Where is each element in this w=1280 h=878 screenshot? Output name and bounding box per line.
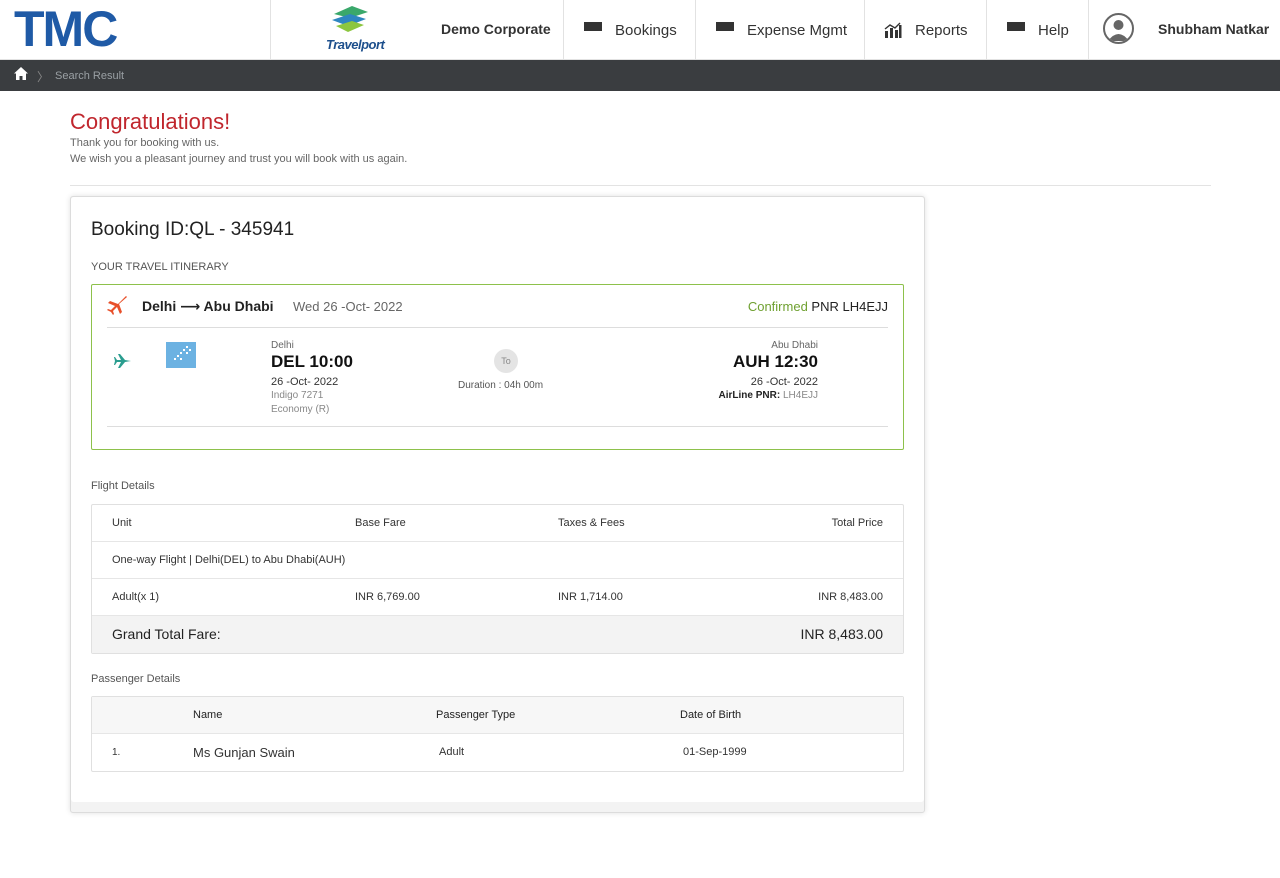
- table-header-row: Unit Base Fare Taxes & Fees Total Price: [92, 505, 903, 542]
- itinerary-box: Delhi ⟶ Abu Dhabi Wed 26 -Oct- 2022 Conf…: [91, 284, 904, 450]
- grand-total-label: Grand Total Fare:: [112, 626, 221, 642]
- nav-help[interactable]: Help: [1007, 0, 1069, 60]
- thank-you-text: Thank you for booking with us.: [70, 137, 220, 149]
- menu-icon: [1007, 22, 1025, 38]
- nav-bookings[interactable]: Bookings: [584, 0, 677, 60]
- to-badge: To: [494, 349, 518, 373]
- plane-icon: [114, 353, 132, 374]
- breadcrumb-separator-icon: 〉: [37, 70, 50, 84]
- divider: [107, 327, 888, 328]
- total-price-value: INR 8,483.00: [818, 591, 883, 603]
- col-date-of-birth: Date of Birth: [680, 709, 742, 721]
- nav-expense-mgmt[interactable]: Expense Mgmt: [716, 0, 847, 60]
- user-avatar-icon[interactable]: [1103, 13, 1134, 44]
- taxes-value: INR 1,714.00: [558, 591, 623, 603]
- flight-details-table: Unit Base Fare Taxes & Fees Total Price …: [91, 504, 904, 654]
- itinerary-label: YOUR TRAVEL ITINERARY: [91, 261, 229, 273]
- departure-time: DEL 10:00: [271, 352, 353, 371]
- flight-duration: Duration : 04h 00m: [458, 380, 544, 391]
- user-name[interactable]: Shubham Natkar: [1158, 21, 1269, 37]
- col-unit: Unit: [112, 517, 132, 529]
- page-title: Congratulations!: [70, 109, 231, 134]
- travelport-logo: Travelport: [322, 4, 385, 56]
- corporate-name: Demo Corporate: [441, 21, 551, 37]
- table-row: One-way Flight | Delhi(DEL) to Abu Dhabi…: [92, 542, 903, 579]
- flight-details-label: Flight Details: [91, 480, 155, 492]
- col-name: Name: [193, 709, 223, 721]
- passenger-name: Ms Gunjan Swain: [193, 745, 295, 760]
- nav-reports[interactable]: Reports: [884, 0, 968, 60]
- header-divider: [695, 0, 696, 60]
- home-icon[interactable]: [14, 67, 28, 85]
- grand-total-value: INR 8,483.00: [800, 626, 884, 642]
- nav-reports-label: Reports: [915, 21, 968, 39]
- booking-status: Confirmed PNR LH4EJJ: [748, 299, 888, 314]
- passenger-dob: 01-Sep-1999: [683, 746, 747, 758]
- booking-id: Booking ID:QL - 345941: [91, 219, 295, 240]
- passenger-index: 1.: [112, 747, 121, 758]
- breadcrumb: 〉 Search Result: [0, 60, 1280, 91]
- flight-icon: [106, 294, 128, 321]
- airline-pnr-label: AirLine PNR:: [718, 390, 781, 401]
- booking-card: Booking ID:QL - 345941 YOUR TRAVEL ITINE…: [70, 196, 925, 813]
- passenger-details-table: Name Passenger Type Date of Birth 1. Ms …: [91, 696, 904, 772]
- departure-city: Delhi: [271, 340, 294, 351]
- booking-card-body: Booking ID:QL - 345941 YOUR TRAVEL ITINE…: [71, 197, 924, 802]
- airline-pnr-value: LH4EJJ: [782, 390, 818, 401]
- nav-expense-mgmt-label: Expense Mgmt: [747, 21, 848, 39]
- table-row: Adult(x 1) INR 6,769.00 INR 1,714.00 INR…: [92, 579, 903, 616]
- table-header-row: Name Passenger Type Date of Birth: [92, 697, 903, 734]
- nav-help-label: Help: [1038, 21, 1069, 39]
- unit-value: Adult(x 1): [112, 591, 160, 603]
- wish-text: We wish you a pleasant journey and trust…: [70, 153, 408, 165]
- col-total: Total Price: [831, 517, 883, 529]
- passenger-details-label: Passenger Details: [91, 673, 181, 685]
- menu-icon: [584, 22, 602, 38]
- tmc-logo[interactable]: TMC: [14, 4, 118, 54]
- divider: [107, 426, 888, 427]
- top-header: TMC Travelport Demo Corporate Bookings E…: [0, 0, 1280, 60]
- travelport-logo-icon: [332, 6, 368, 32]
- table-row: 1. Ms Gunjan Swain Adult 01-Sep-1999: [92, 734, 903, 771]
- bar-chart-icon: [884, 22, 902, 38]
- arrival-date: 26 -Oct- 2022: [750, 376, 818, 388]
- arrival-time: AUH 12:30: [732, 352, 818, 371]
- header-divider: [270, 0, 271, 60]
- header-divider: [986, 0, 987, 60]
- breadcrumb-current: Search Result: [55, 70, 125, 82]
- grand-total-row: Grand Total Fare: INR 8,483.00: [92, 616, 903, 653]
- travelport-logo-text: Travelport: [326, 37, 385, 52]
- trip-description: One-way Flight | Delhi(DEL) to Abu Dhabi…: [112, 554, 346, 566]
- travel-date: Wed 26 -Oct- 2022: [293, 299, 403, 314]
- nav-bookings-label: Bookings: [615, 21, 677, 39]
- col-base-fare: Base Fare: [355, 517, 406, 529]
- col-taxes: Taxes & Fees: [558, 517, 625, 529]
- menu-icon: [716, 22, 734, 38]
- route-title: Delhi ⟶ Abu Dhabi: [142, 298, 274, 314]
- divider: [70, 185, 1211, 186]
- arrival-city: Abu Dhabi: [771, 340, 818, 351]
- airline-pnr: AirLine PNR: LH4EJJ: [719, 390, 818, 401]
- airline-logo-icon: [166, 342, 196, 368]
- departure-date: 26 -Oct- 2022: [271, 376, 339, 388]
- base-fare-value: INR 6,769.00: [355, 591, 420, 603]
- cabin-class: Economy (R): [271, 404, 330, 415]
- header-divider: [864, 0, 865, 60]
- flight-number: Indigo 7271: [271, 390, 324, 401]
- header-divider: [1088, 0, 1089, 60]
- header-divider: [563, 0, 564, 60]
- pnr-label: PNR LH4EJJ: [811, 299, 888, 314]
- passenger-type: Adult: [439, 746, 465, 758]
- status-confirmed: Confirmed: [747, 299, 808, 314]
- col-passenger-type: Passenger Type: [436, 709, 516, 721]
